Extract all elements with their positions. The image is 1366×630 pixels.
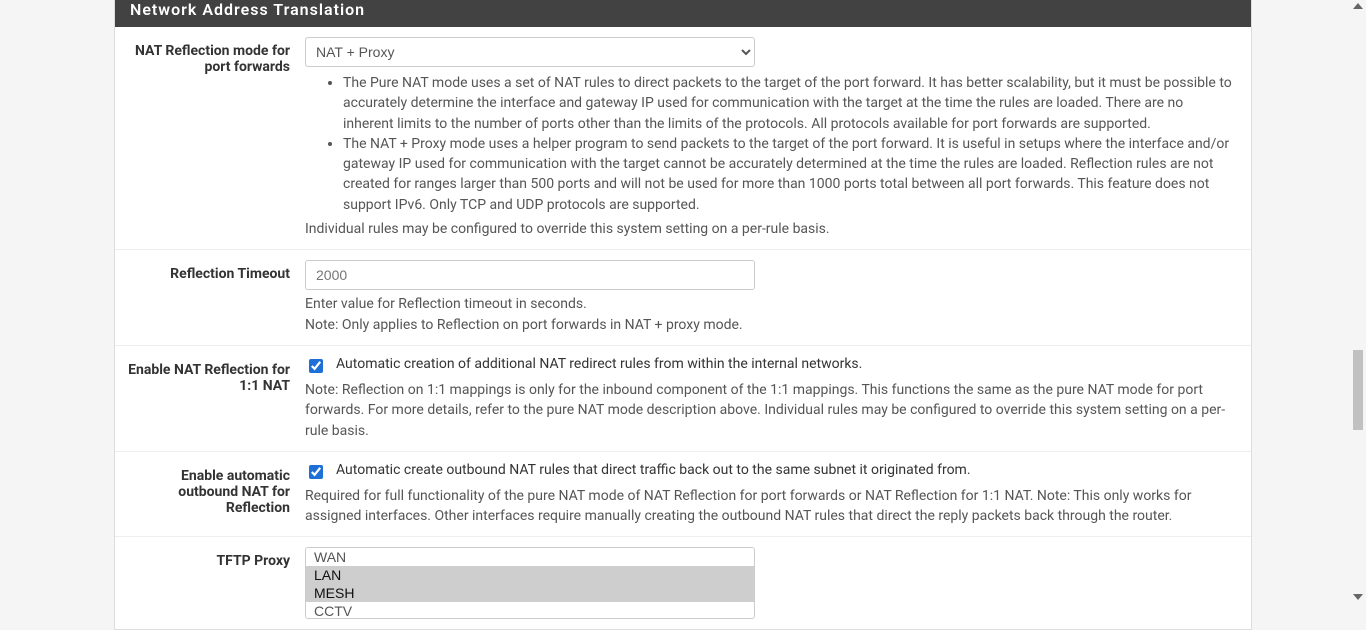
- row-reflection-timeout: Reflection Timeout Enter value for Refle…: [115, 250, 1251, 346]
- scrollbar-arrow-up-icon[interactable]: [1353, 3, 1363, 9]
- nat-panel: Network Address Translation NAT Reflecti…: [114, 0, 1252, 630]
- row-tftp-proxy: TFTP Proxy WANLANMESHCCTV: [115, 537, 1251, 629]
- help-text: The NAT + Proxy mode uses a helper progr…: [343, 134, 1236, 215]
- tftp-option[interactable]: LAN: [306, 566, 754, 584]
- help-text: Note: Only applies to Reflection on port…: [305, 315, 1236, 335]
- label-nat-reflection: NAT Reflection mode for port forwards: [115, 37, 305, 239]
- auto-outbound-chk-label: Automatic create outbound NAT rules that…: [336, 462, 971, 478]
- reflection-1to1-chk-label: Automatic creation of additional NAT red…: [336, 356, 862, 372]
- tftp-option[interactable]: WAN: [306, 548, 754, 566]
- help-text: The Pure NAT mode uses a set of NAT rule…: [343, 73, 1236, 134]
- help-text: Note: Reflection on 1:1 mappings is only…: [305, 380, 1236, 441]
- panel-title: Network Address Translation: [115, 0, 1251, 27]
- label-reflection-timeout: Reflection Timeout: [115, 260, 305, 335]
- reflection-1to1-checkbox[interactable]: [309, 359, 323, 373]
- auto-outbound-checkbox[interactable]: [309, 465, 323, 479]
- tftp-proxy-select[interactable]: WANLANMESHCCTV: [305, 547, 755, 619]
- row-nat-reflection: NAT Reflection mode for port forwards NA…: [115, 27, 1251, 250]
- label-reflection-1to1: Enable NAT Reflection for 1:1 NAT: [115, 356, 305, 441]
- row-auto-outbound: Enable automatic outbound NAT for Reflec…: [115, 452, 1251, 538]
- reflection-timeout-input[interactable]: [305, 260, 755, 290]
- scrollbar-arrow-down-icon[interactable]: [1353, 594, 1363, 600]
- help-text: Required for full functionality of the p…: [305, 486, 1236, 527]
- help-text: Enter value for Reflection timeout in se…: [305, 294, 1236, 314]
- nat-reflection-select[interactable]: NAT + Proxy: [305, 37, 755, 67]
- row-reflection-1to1: Enable NAT Reflection for 1:1 NAT Automa…: [115, 346, 1251, 452]
- tftp-option[interactable]: MESH: [306, 584, 754, 602]
- scrollbar-thumb[interactable]: [1353, 350, 1363, 430]
- nat-reflection-help-list: The Pure NAT mode uses a set of NAT rule…: [305, 73, 1236, 215]
- label-tftp-proxy: TFTP Proxy: [115, 547, 305, 619]
- label-auto-outbound: Enable automatic outbound NAT for Reflec…: [115, 462, 305, 527]
- tftp-option[interactable]: CCTV: [306, 602, 754, 619]
- help-text: Individual rules may be configured to ov…: [305, 219, 1236, 239]
